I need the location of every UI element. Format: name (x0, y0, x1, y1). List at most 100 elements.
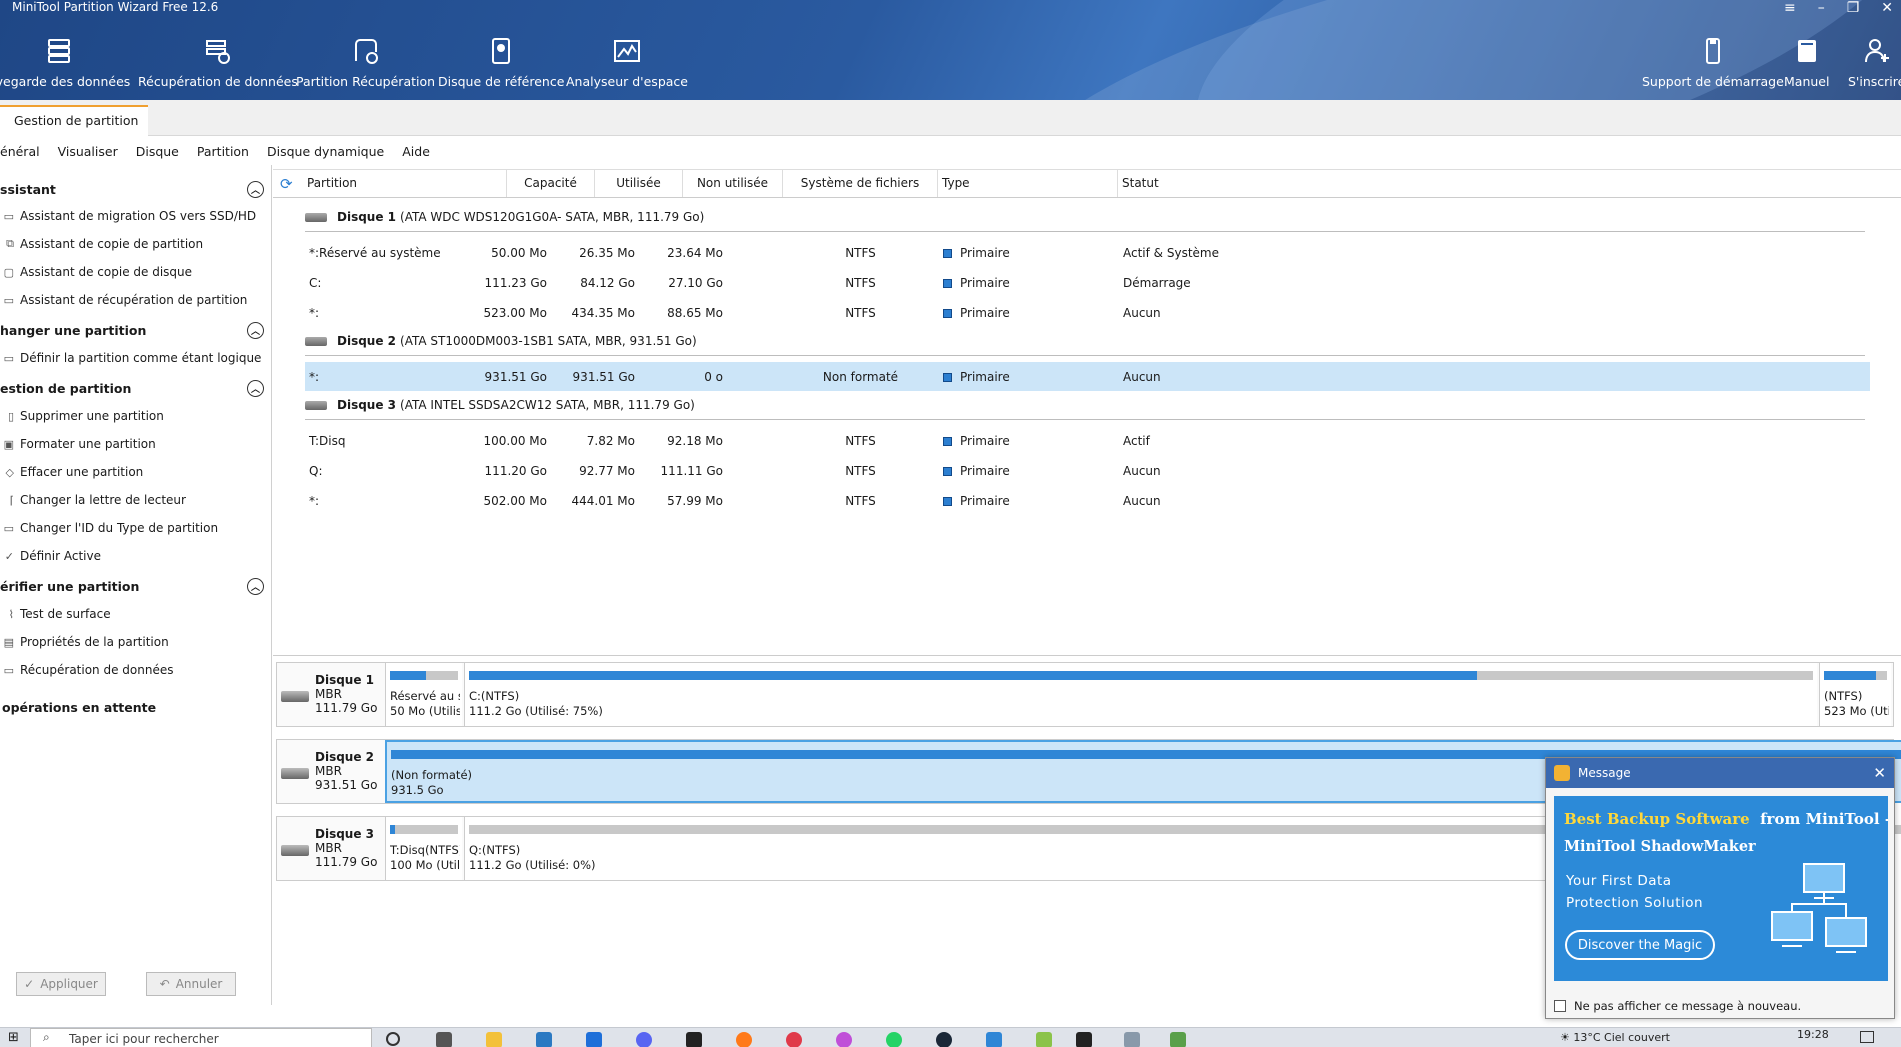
table-row[interactable]: Q: 111.20 Go 92.77 Mo 111.11 Go NTFS Pri… (305, 456, 1870, 485)
disk-row[interactable]: Disque 1 (ATA WDC WDS120G1G0A- SATA, MBR… (305, 203, 1865, 232)
cell-unused: 23.64 Mo (667, 246, 723, 260)
messenger-icon[interactable] (836, 1032, 852, 1047)
paint-icon[interactable] (1036, 1032, 1052, 1047)
action-surface-test[interactable]: ⌇ Test de surface (0, 607, 111, 621)
col-filesystem[interactable]: Système de fichiers (783, 169, 938, 197)
close-icon[interactable]: ✕ (1873, 764, 1886, 782)
weather-widget[interactable]: ☀ 13°C Ciel couvert (1560, 1031, 1670, 1044)
data-recovery-button[interactable]: Récupération de données (138, 36, 298, 89)
collapse-icon[interactable]: ︿ (247, 181, 264, 198)
epic-games-icon[interactable] (686, 1032, 702, 1047)
action-data-recovery[interactable]: ▭ Récupération de données (0, 663, 174, 677)
disk-icon (305, 212, 327, 222)
action-change-type-id[interactable]: ▭ Changer l'ID du Type de partition (0, 521, 218, 535)
partition-block[interactable]: Réservé au sy 50 Mo (Utilisé (385, 663, 462, 726)
undo-button[interactable]: ↶ Annuler (146, 972, 236, 996)
media-player-icon[interactable] (786, 1032, 802, 1047)
backup-button[interactable]: uvegarde des données (0, 36, 130, 89)
action-migrate-os[interactable]: ▭ Assistant de migration OS vers SSD/HD (0, 209, 257, 223)
close-icon[interactable]: ✕ (1881, 0, 1893, 16)
checkbox-box[interactable] (1554, 1000, 1566, 1012)
maximize-icon[interactable]: ❐ (1847, 0, 1860, 16)
start-icon[interactable]: ⊞ (8, 1030, 19, 1045)
disk-row[interactable]: Disque 2 (ATA ST1000DM003-1SB1 SATA, MBR… (305, 327, 1865, 356)
menu-dynamic-disk[interactable]: Disque dynamique (267, 144, 384, 159)
col-status[interactable]: Statut (1118, 169, 1898, 197)
discover-button[interactable]: Discover the Magic (1565, 930, 1715, 960)
whatsapp-icon[interactable] (886, 1032, 902, 1047)
terminal-icon[interactable] (1076, 1032, 1092, 1047)
table-row[interactable]: *:Réservé au système 50.00 Mo 26.35 Mo 2… (305, 238, 1870, 267)
taskbar-search[interactable]: ⌕ Taper ici pour rechercher (30, 1028, 372, 1047)
firefox-icon[interactable] (736, 1032, 752, 1047)
disk-map-size: 111.79 Go (315, 855, 378, 869)
logical-icon: ▭ (3, 351, 14, 365)
cortana-icon[interactable] (386, 1032, 400, 1046)
menu-icon[interactable]: ≡ (1784, 0, 1796, 16)
tagline-line: Your First Data (1566, 873, 1672, 889)
mail-icon[interactable] (586, 1032, 602, 1047)
menu-disk[interactable]: Disque (136, 144, 179, 159)
menu-general[interactable]: énéral (0, 144, 40, 159)
tab-bar: Gestion de partition (0, 100, 1901, 136)
bootable-media-button[interactable]: Support de démarrage (1642, 36, 1784, 89)
store-icon[interactable] (536, 1032, 552, 1047)
minimize-icon[interactable]: – (1818, 0, 1825, 16)
action-set-active[interactable]: ✓ Définir Active (0, 549, 101, 563)
action-change-letter[interactable]: ⌈ Changer la lettre de lecteur (0, 493, 186, 507)
table-row[interactable]: *: 523.00 Mo 434.35 Mo 88.65 Mo NTFS Pri… (305, 298, 1870, 327)
steam-icon[interactable] (936, 1032, 952, 1047)
action-partition-recovery[interactable]: ▭ Assistant de récupération de partition (0, 293, 248, 307)
disk-row[interactable]: Disque 3 (ATA INTEL SSDSA2CW12 SATA, MBR… (305, 391, 1865, 420)
collapse-icon[interactable]: ︿ (247, 322, 264, 339)
menu-help[interactable]: Aide (402, 144, 430, 159)
collapse-icon[interactable]: ︿ (247, 380, 264, 397)
space-analyzer-label: Analyseur d'espace (566, 74, 688, 89)
notifications-icon[interactable] (1860, 1031, 1874, 1043)
action-copy-partition[interactable]: ⧉ Assistant de copie de partition (0, 237, 203, 251)
action-delete-partition[interactable]: ▯ Supprimer une partition (0, 409, 164, 423)
table-row[interactable]: *: 931.51 Go 931.51 Go 0 o Non formaté P… (305, 362, 1870, 391)
col-capacity[interactable]: Capacité (507, 169, 595, 197)
register-button[interactable]: S'inscrire (1848, 36, 1901, 89)
task-view-icon[interactable] (436, 1032, 452, 1047)
action-partition-properties[interactable]: ▤ Propriétés de la partition (0, 635, 169, 649)
action-copy-disk[interactable]: ▢ Assistant de copie de disque (0, 265, 192, 279)
space-analyzer-button[interactable]: Analyseur d'espace (566, 36, 688, 89)
type-label: Primaire (960, 276, 1010, 290)
menu-partition[interactable]: Partition (197, 144, 249, 159)
table-row[interactable]: *: 502.00 Mo 444.01 Mo 57.99 Mo NTFS Pri… (305, 486, 1870, 515)
action-format-partition[interactable]: ▣ Formater une partition (0, 437, 156, 451)
col-used[interactable]: Utilisée (595, 169, 683, 197)
disk-benchmark-button[interactable]: Disque de référence (438, 36, 564, 89)
col-partition[interactable]: Partition (307, 169, 507, 197)
partition-block[interactable]: (NTFS) 523 Mo (Utili: (1819, 663, 1891, 726)
table-row[interactable]: T:Disq 100.00 Mo 7.82 Mo 92.18 Mo NTFS P… (305, 426, 1870, 455)
partition-block[interactable]: T:Disq(NTFS) 100 Mo (Utilis (385, 817, 462, 880)
dont-show-again-checkbox[interactable]: Ne pas afficher ce message à nouveau. (1554, 999, 1801, 1013)
app-icon[interactable] (986, 1032, 1002, 1047)
partition-recovery-button[interactable]: Partition Récupération (296, 36, 435, 89)
action-wipe-partition[interactable]: ◇ Effacer une partition (0, 465, 144, 479)
menu-view[interactable]: Visualiser (58, 144, 118, 159)
window-app-icon[interactable] (1124, 1032, 1140, 1047)
cell-unused: 88.65 Mo (667, 306, 723, 320)
clock[interactable]: 19:28 (1797, 1028, 1829, 1041)
tab-partition-management[interactable]: Gestion de partition (0, 105, 148, 136)
refresh-icon[interactable]: ⟳ (280, 175, 293, 193)
discord-icon[interactable] (636, 1032, 652, 1047)
disk-map-row[interactable]: Disque 1 MBR 111.79 Go Réservé au sy 50 … (276, 662, 1894, 727)
collapse-icon[interactable]: ︿ (247, 578, 264, 595)
col-type[interactable]: Type (938, 169, 1118, 197)
manual-button[interactable]: Manuel (1784, 36, 1829, 89)
partition-block[interactable]: C:(NTFS) 111.2 Go (Utilisé: 75%) (464, 663, 1817, 726)
file-explorer-icon[interactable] (486, 1032, 502, 1047)
cell-status: Actif & Système (1123, 246, 1219, 260)
apply-button[interactable]: ✓ Appliquer (16, 972, 106, 996)
ad-banner[interactable]: Best Backup Software from MiniTool - Min… (1554, 796, 1888, 981)
partition-wizard-taskbar-icon[interactable] (1170, 1032, 1186, 1047)
action-set-logical[interactable]: ▭ Définir la partition comme étant logiqu… (0, 351, 262, 365)
partition-recovery-icon (354, 39, 378, 64)
col-unused[interactable]: Non utilisée (683, 169, 783, 197)
table-row[interactable]: C: 111.23 Go 84.12 Go 27.10 Go NTFS Prim… (305, 268, 1870, 297)
